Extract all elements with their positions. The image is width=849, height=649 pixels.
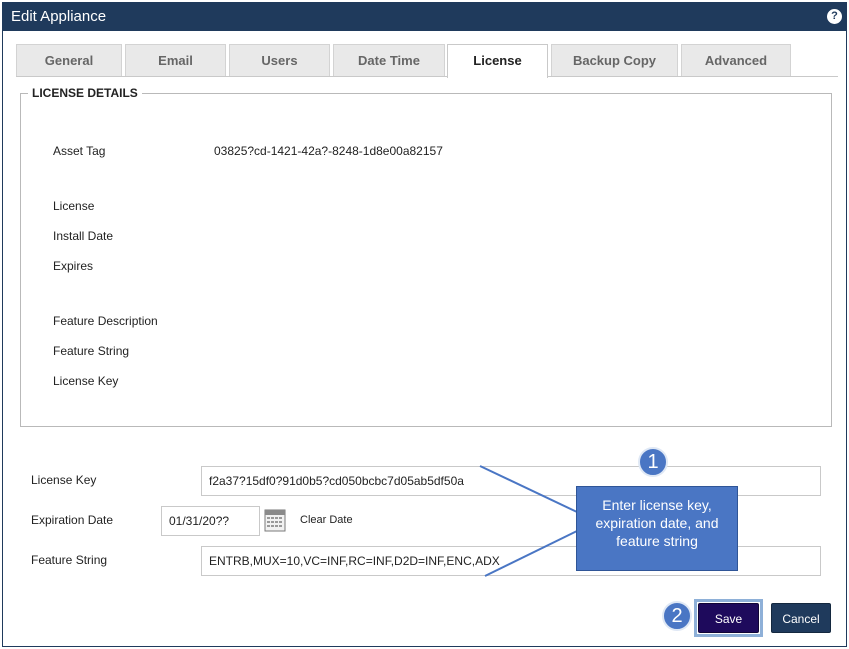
tab-backup-copy[interactable]: Backup Copy: [551, 44, 678, 76]
tab-email[interactable]: Email: [125, 44, 226, 76]
asset-tag-label: Asset Tag: [53, 144, 106, 158]
asset-tag-value: 03825?cd-1421-42a?-8248-1d8e00a82157: [214, 144, 443, 158]
help-icon[interactable]: ?: [827, 9, 842, 24]
license-label: License: [53, 199, 95, 213]
license-details-group: LICENSE DETAILS Asset Tag 03825?cd-1421-…: [20, 86, 832, 427]
clear-date-link[interactable]: Clear Date: [300, 514, 353, 526]
feature-string-detail-label: Feature String: [53, 344, 130, 358]
step-1-marker: 1: [638, 447, 668, 477]
cancel-button[interactable]: Cancel: [771, 603, 831, 633]
tab-general[interactable]: General: [16, 44, 122, 76]
save-button[interactable]: Save: [698, 603, 759, 633]
feature-string-field-label: Feature String: [31, 553, 108, 567]
tab-advanced[interactable]: Advanced: [681, 44, 791, 76]
license-key-detail-label: License Key: [53, 374, 119, 388]
dialog-title: Edit Appliance: [11, 8, 107, 25]
tab-bar: General Email Users Date Time License Ba…: [16, 44, 838, 78]
dialog-titlebar: Edit Appliance ?: [3, 3, 846, 31]
step-2-marker: 2: [662, 601, 692, 631]
calendar-icon[interactable]: [264, 508, 286, 532]
expiration-date-input[interactable]: 01/31/20??: [161, 506, 260, 536]
license-key-field-label: License Key: [31, 473, 97, 487]
feature-description-label: Feature Description: [53, 314, 158, 328]
tab-date-time[interactable]: Date Time: [333, 44, 445, 76]
install-date-label: Install Date: [53, 229, 114, 243]
tab-license[interactable]: License: [447, 44, 548, 78]
callout-instruction-box: Enter license key, expiration date, and …: [576, 486, 738, 571]
expires-label: Expires: [53, 259, 94, 273]
license-details-legend: LICENSE DETAILS: [32, 86, 138, 100]
tab-users[interactable]: Users: [229, 44, 330, 76]
expiration-date-field-label: Expiration Date: [31, 513, 114, 527]
